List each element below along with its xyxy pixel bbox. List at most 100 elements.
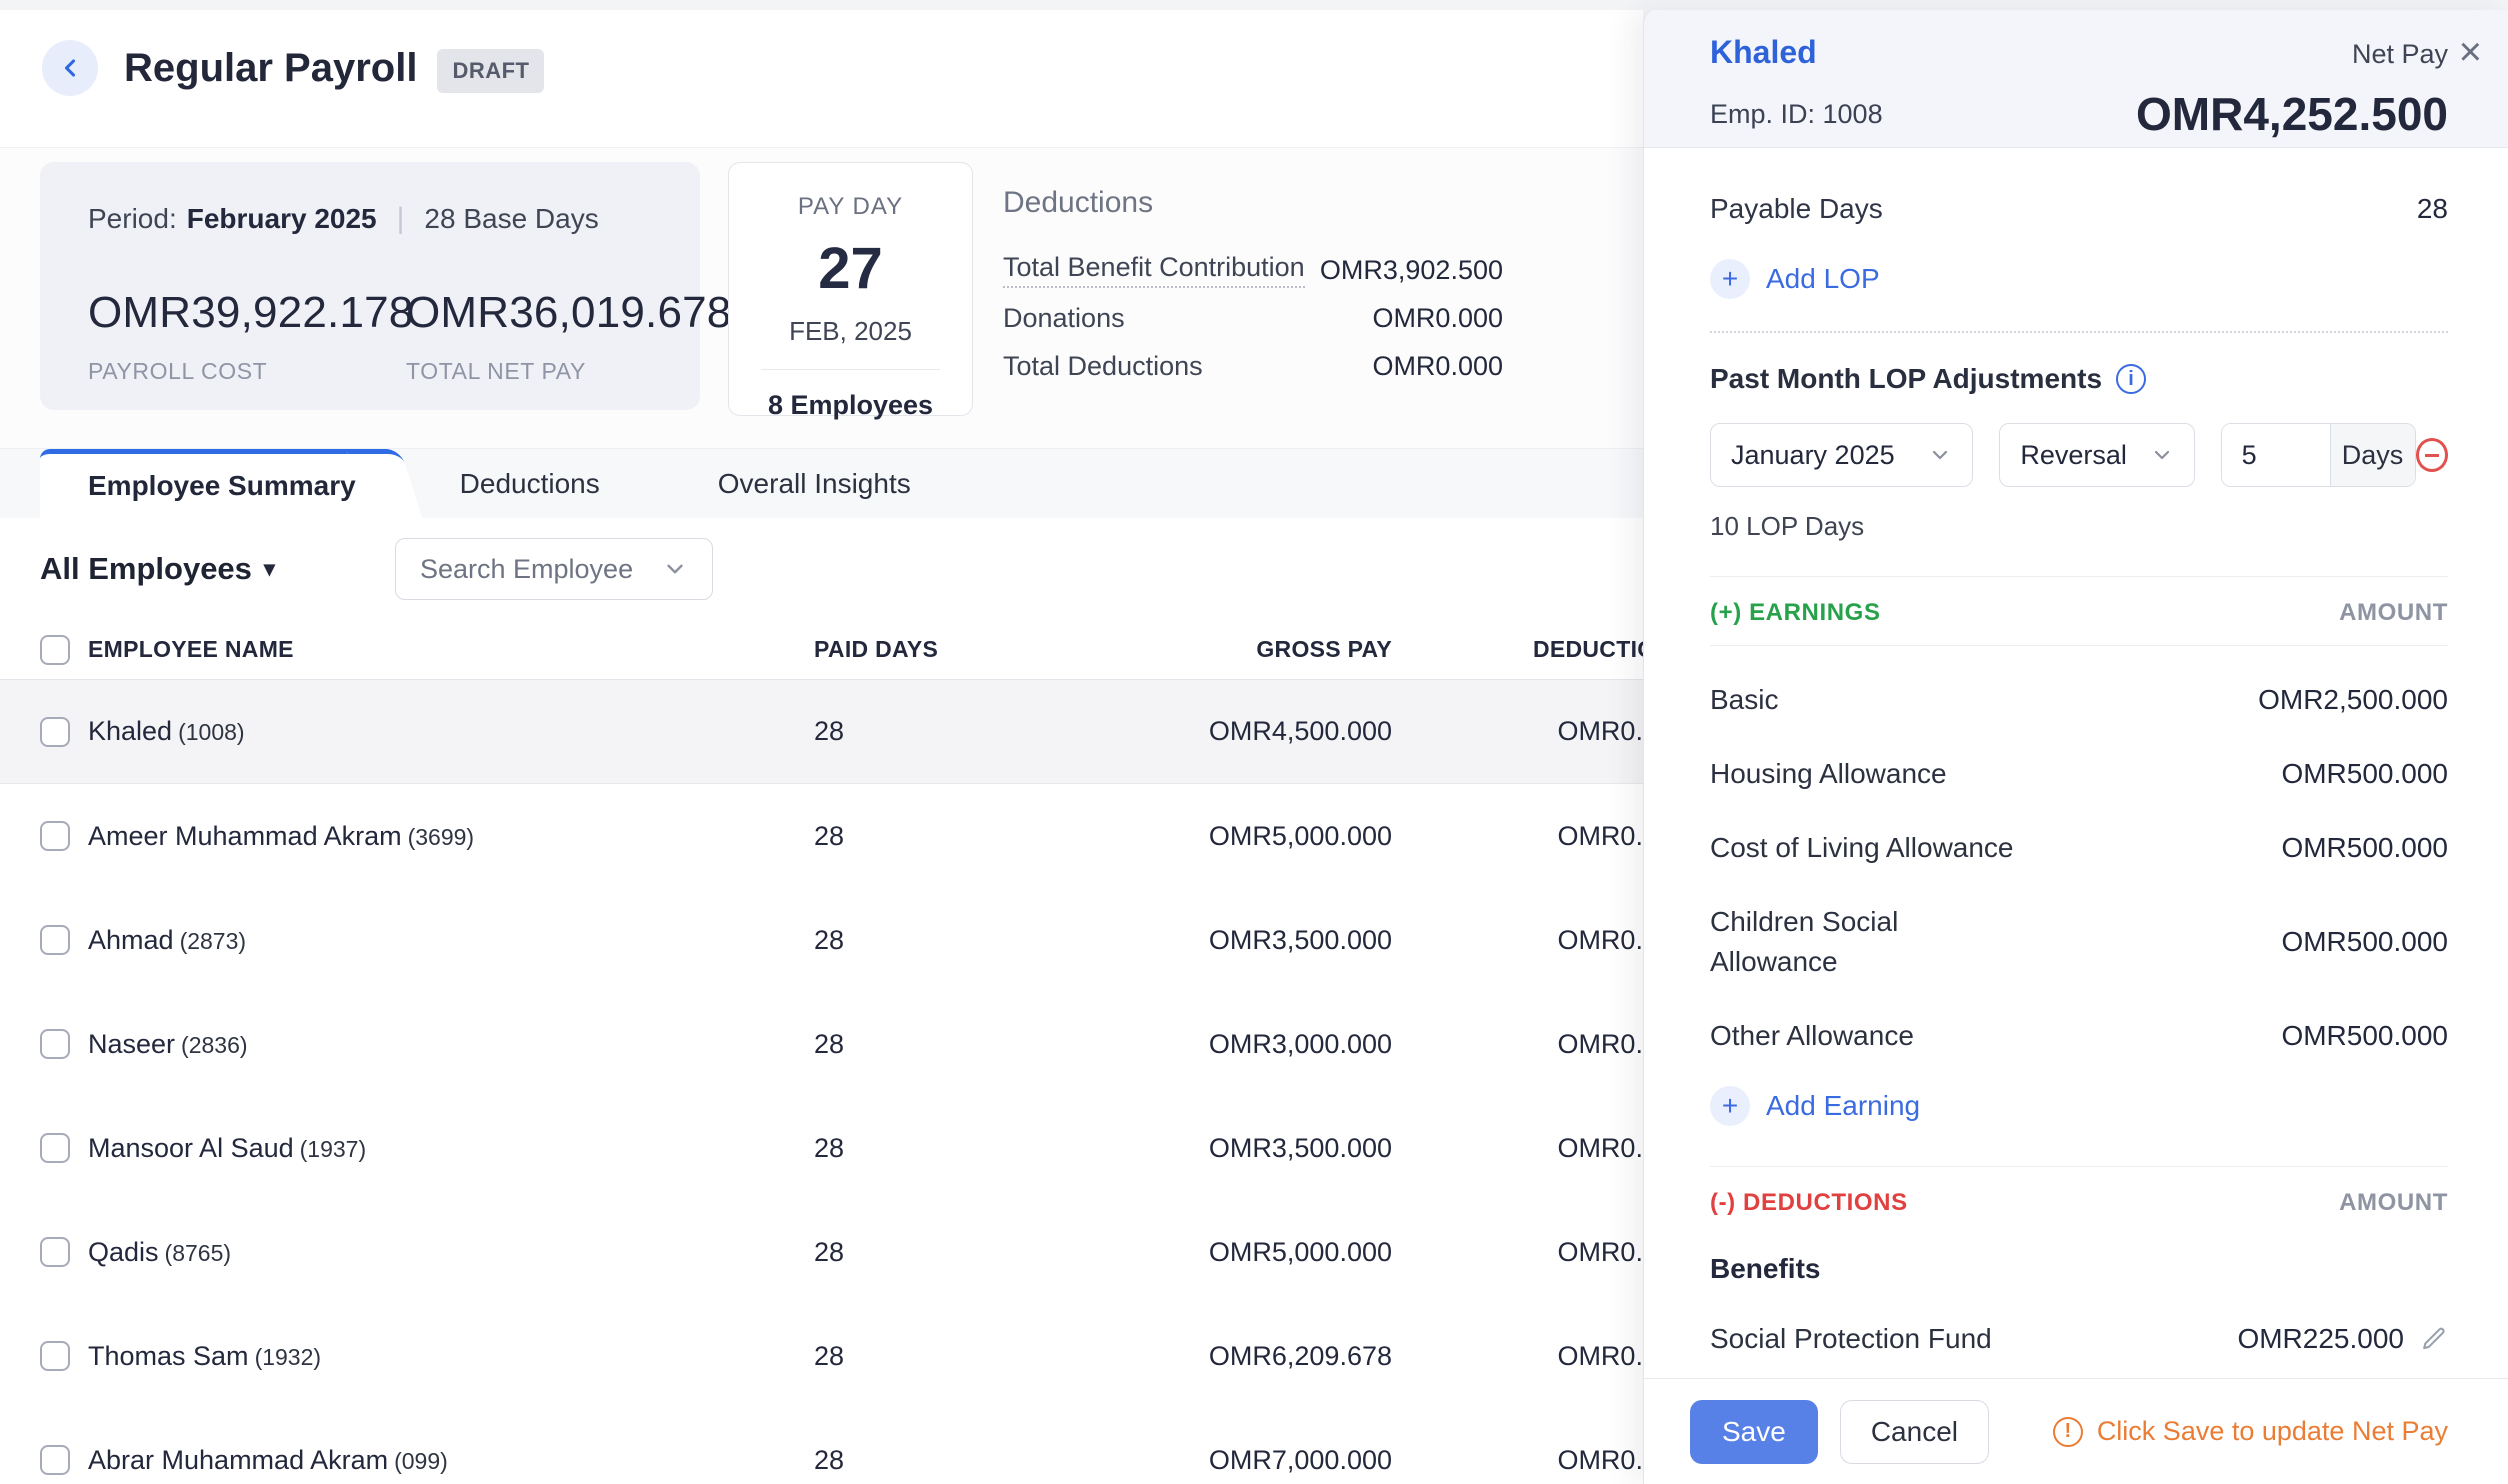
gross-pay-cell: OMR5,000.000 [978, 821, 1392, 852]
table-header-row: EMPLOYEE NAME PAID DAYS GROSS PAY DEDUCT… [0, 620, 1643, 680]
table-row[interactable]: Mansoor Al Saud(1937) 28 OMR3,500.000 OM… [0, 1096, 1643, 1200]
paid-days-cell: 28 [808, 1133, 978, 1164]
save-button[interactable]: Save [1690, 1400, 1818, 1464]
page-title: Regular Payroll [124, 40, 417, 96]
row-checkbox-cell [0, 925, 88, 955]
employee-id-label: Emp. ID: 1008 [1710, 99, 1883, 130]
table-row[interactable]: Ameer Muhammad Akram(3699) 28 OMR5,000.0… [0, 784, 1643, 888]
net-pay-amount: OMR4,252.500 [2136, 87, 2448, 141]
all-employees-label: All Employees [40, 551, 252, 587]
row-checkbox[interactable] [40, 821, 70, 851]
lop-type-value: Reversal [2020, 440, 2127, 471]
tab-employee-summary[interactable]: Employee Summary [40, 449, 386, 518]
main-area: Regular Payroll DRAFT Period: February 2… [0, 10, 1643, 1484]
row-checkbox[interactable] [40, 1133, 70, 1163]
select-all-checkbox[interactable] [40, 635, 70, 665]
separator: | [397, 202, 405, 236]
employee-name: Mansoor Al Saud [88, 1133, 294, 1163]
add-earning-label: Add Earning [1766, 1090, 1920, 1122]
table-row[interactable]: Khaled(1008) 28 OMR4,500.000 OMR0.000 [0, 680, 1643, 784]
payday-day: 27 [729, 235, 972, 302]
employee-id: (2873) [180, 928, 246, 954]
deductions-summary-title: Deductions [1003, 186, 1503, 220]
gross-pay-cell: OMR3,000.000 [978, 1029, 1392, 1060]
employee-name-link[interactable]: Khaled [1710, 34, 1817, 71]
info-icon[interactable]: i [2116, 364, 2146, 394]
deductions-cell: OMR0.000 [1392, 716, 1643, 747]
employee-name-cell: Abrar Muhammad Akram(099) [88, 1445, 808, 1476]
earning-row: Children Social Allowance OMR500.000 [1710, 902, 2448, 982]
tab-overall-insights[interactable]: Overall Insights [674, 449, 955, 518]
table-row[interactable]: Abrar Muhammad Akram(099) 28 OMR7,000.00… [0, 1408, 1643, 1484]
row-checkbox[interactable] [40, 1445, 70, 1475]
employee-name-cell: Naseer(2836) [88, 1029, 808, 1060]
spf-value-group: OMR225.000 [2237, 1323, 2448, 1355]
cancel-button[interactable]: Cancel [1840, 1400, 1989, 1464]
gross-pay-cell: OMR3,500.000 [978, 925, 1392, 956]
employee-name: Qadis [88, 1237, 159, 1267]
earning-value: OMR500.000 [2281, 758, 2448, 790]
edit-icon[interactable] [2420, 1325, 2448, 1353]
earning-label: Cost of Living Allowance [1710, 828, 2014, 868]
col-paid-days: PAID DAYS [808, 636, 978, 663]
lop-adjustments-title: Past Month LOP Adjustments i [1710, 363, 2448, 395]
earning-row: Other Allowance OMR500.000 [1710, 1016, 2448, 1056]
warning-icon: ! [2053, 1417, 2083, 1447]
lop-month-select[interactable]: January 2025 [1710, 423, 1973, 487]
earning-row: Housing Allowance OMR500.000 [1710, 754, 2448, 794]
filter-row: All Employees ▾ Search Employee [0, 518, 1643, 620]
paid-days-cell: 28 [808, 1237, 978, 1268]
payable-days-row: Payable Days 28 [1710, 193, 2448, 225]
total-benefit-contribution-label[interactable]: Total Benefit Contribution [1003, 252, 1305, 288]
row-checkbox[interactable] [40, 925, 70, 955]
lop-month-value: January 2025 [1731, 440, 1895, 471]
payable-days-label: Payable Days [1710, 193, 1883, 225]
table-row[interactable]: Qadis(8765) 28 OMR5,000.000 OMR0.000 [0, 1200, 1643, 1304]
all-employees-dropdown[interactable]: All Employees ▾ [40, 551, 275, 587]
divider [761, 369, 940, 370]
divider [1710, 331, 2448, 333]
gross-pay-cell: OMR5,000.000 [978, 1237, 1392, 1268]
panel-header-row: Khaled Net Pay [1710, 34, 2448, 71]
earnings-header: (+) EARNINGS AMOUNT [1710, 577, 2448, 645]
employee-id: (1932) [255, 1344, 321, 1370]
row-checkbox[interactable] [40, 1029, 70, 1059]
earning-label: Basic [1710, 680, 1778, 720]
table-row[interactable]: Thomas Sam(1932) 28 OMR6,209.678 OMR0.00… [0, 1304, 1643, 1408]
deduction-summary-row: Total Deductions OMR0.000 [1003, 342, 1503, 390]
payroll-cost-value: OMR39,922.178 [88, 288, 406, 338]
payday-card: PAY DAY 27 FEB, 2025 8 Employees [728, 162, 973, 416]
paid-days-cell: 28 [808, 1341, 978, 1372]
col-gross-pay: GROSS PAY [978, 636, 1392, 663]
tab-bar: Employee Summary Deductions Overall Insi… [0, 448, 1643, 518]
lop-days-input[interactable] [2222, 424, 2330, 486]
add-lop-button[interactable]: + Add LOP [1710, 259, 2448, 299]
add-earning-button[interactable]: + Add Earning [1710, 1086, 2448, 1126]
period-value: February 2025 [187, 203, 377, 235]
tab-deductions[interactable]: Deductions [416, 449, 644, 518]
remove-lop-icon[interactable] [2416, 438, 2448, 472]
gross-pay-cell: OMR7,000.000 [978, 1445, 1392, 1476]
table-row[interactable]: Ahmad(2873) 28 OMR3,500.000 OMR0.000 [0, 888, 1643, 992]
close-icon[interactable]: × [2459, 32, 2482, 72]
status-badge: DRAFT [437, 49, 544, 93]
back-button[interactable] [42, 40, 98, 96]
table-row[interactable]: Naseer(2836) 28 OMR3,000.000 OMR0.000 [0, 992, 1643, 1096]
deductions-cell: OMR0.000 [1392, 925, 1643, 956]
base-days: 28 Base Days [424, 203, 598, 235]
payday-month-year: FEB, 2025 [729, 316, 972, 347]
employee-id: (2836) [181, 1032, 247, 1058]
donations-label: Donations [1003, 303, 1125, 334]
row-checkbox[interactable] [40, 1341, 70, 1371]
period-label: Period: [88, 203, 177, 235]
row-checkbox[interactable] [40, 1237, 70, 1267]
row-checkbox-cell [0, 1341, 88, 1371]
spf-row: Social Protection Fund OMR225.000 [1710, 1319, 2448, 1359]
row-checkbox-cell [0, 1029, 88, 1059]
row-checkbox[interactable] [40, 717, 70, 747]
lop-days-group: Days [2221, 423, 2416, 487]
lop-type-select[interactable]: Reversal [1999, 423, 2194, 487]
caret-down-icon: ▾ [264, 556, 275, 582]
search-employee-select[interactable]: Search Employee [395, 538, 713, 600]
deductions-cell: OMR0.000 [1392, 1445, 1643, 1476]
